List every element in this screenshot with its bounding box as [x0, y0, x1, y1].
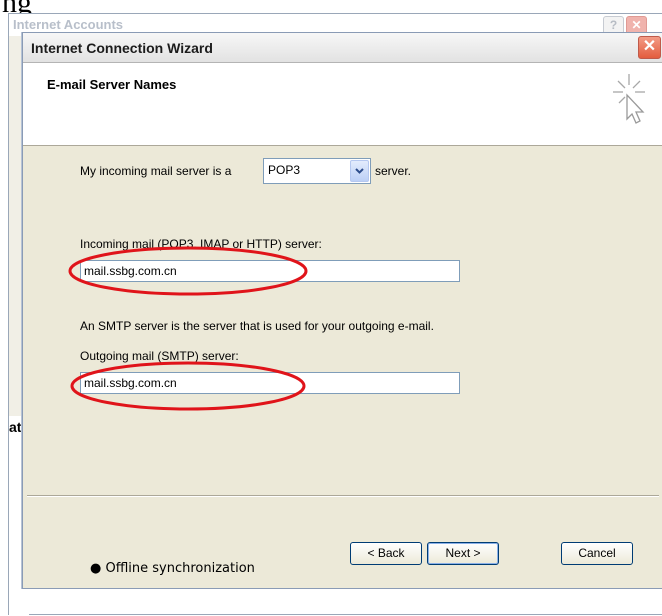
- button-separator: [27, 495, 659, 497]
- outgoing-server-label: Outgoing mail (SMTP) server:: [80, 349, 239, 363]
- close-icon[interactable]: ✕: [638, 36, 661, 59]
- wizard-cursor-icon: [613, 74, 645, 124]
- page-title: E-mail Server Names: [47, 77, 177, 92]
- bullet-icon: ●: [90, 561, 102, 576]
- internet-accounts-title: Internet Accounts: [13, 17, 124, 32]
- internet-connection-wizard-dialog: Internet Connection Wizard ✕ E-mail Serv…: [22, 32, 662, 589]
- chevron-down-icon[interactable]: [350, 160, 369, 182]
- incoming-server-label: Incoming mail (POP3, IMAP or HTTP) serve…: [80, 237, 322, 251]
- back-button[interactable]: < Back: [350, 542, 422, 565]
- smtp-description: An SMTP server is the server that is use…: [80, 319, 434, 333]
- wizard-header-panel: E-mail Server Names: [23, 63, 662, 146]
- incoming-server-type-select[interactable]: POP3: [263, 158, 371, 184]
- wizard-title-bar[interactable]: Internet Connection Wizard ✕: [23, 33, 662, 63]
- next-button[interactable]: Next >: [427, 542, 499, 565]
- wizard-title: Internet Connection Wizard: [31, 40, 213, 56]
- incoming-server-type-label: My incoming mail server is a: [80, 164, 232, 178]
- feature-list-item: ● Offline synchronization: [90, 561, 255, 576]
- outgoing-server-input[interactable]: [80, 372, 460, 394]
- incoming-server-input[interactable]: [80, 260, 460, 282]
- incoming-server-type-value: POP3: [268, 163, 301, 177]
- cancel-button[interactable]: Cancel: [561, 542, 633, 565]
- incoming-server-type-suffix: server.: [375, 164, 412, 178]
- feature-text: Offline synchronization: [105, 561, 255, 576]
